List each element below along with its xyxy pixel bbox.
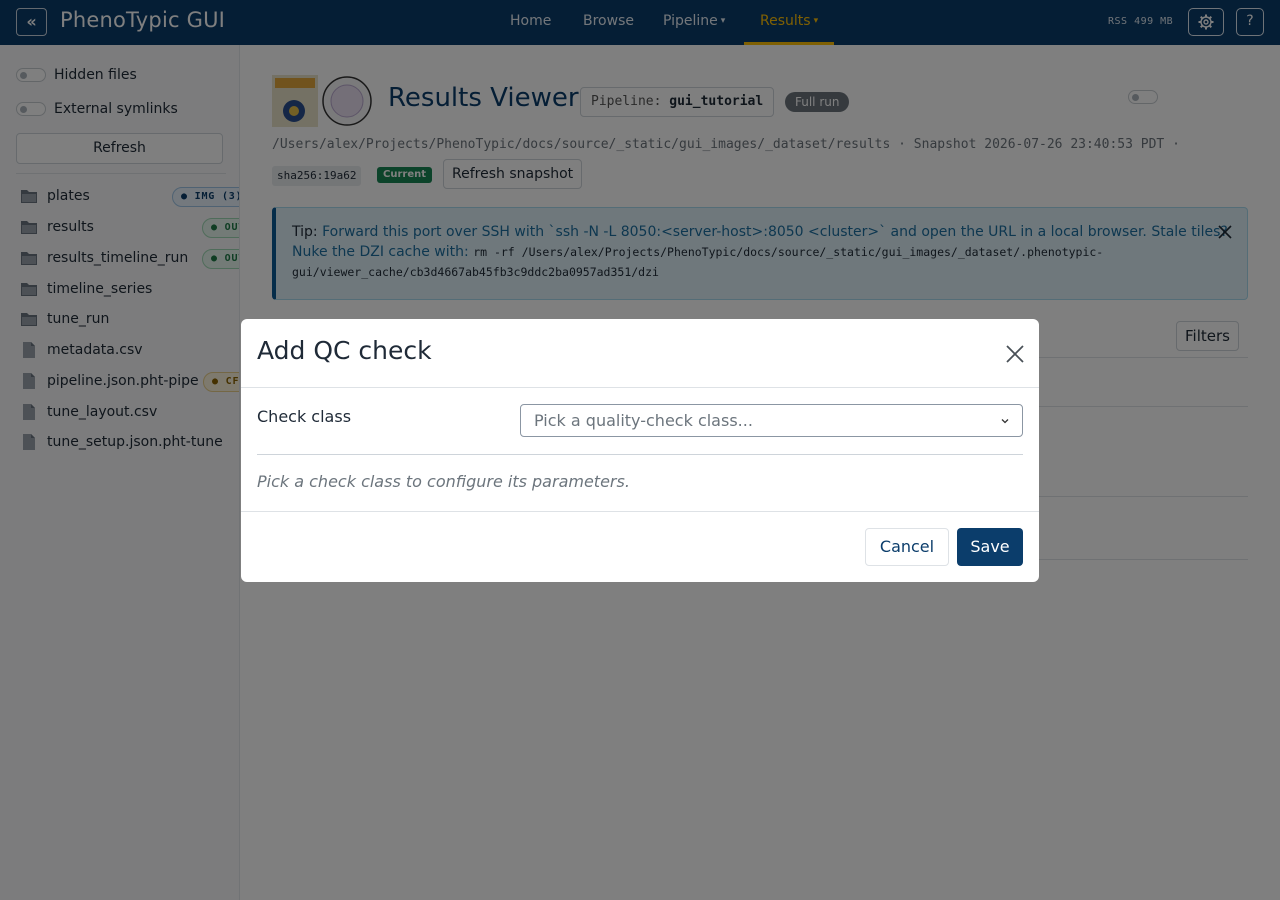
dialog-hint: Pick a check class to configure its para…: [257, 472, 630, 491]
add-qc-check-dialog: Add QC check Check class Pick a quality-…: [241, 319, 1039, 582]
field-divider: [257, 454, 1023, 455]
dialog-footer-divider: [241, 511, 1039, 512]
cancel-button[interactable]: Cancel: [865, 528, 949, 566]
chevron-down-icon: [1001, 419, 1009, 424]
select-placeholder: Pick a quality-check class...: [534, 411, 753, 430]
check-class-label: Check class: [257, 407, 352, 426]
dialog-title: Add QC check: [257, 336, 432, 365]
save-button[interactable]: Save: [957, 528, 1023, 566]
close-icon[interactable]: [1005, 344, 1025, 364]
dialog-header-divider: [241, 387, 1039, 388]
check-class-select[interactable]: Pick a quality-check class...: [520, 404, 1023, 437]
